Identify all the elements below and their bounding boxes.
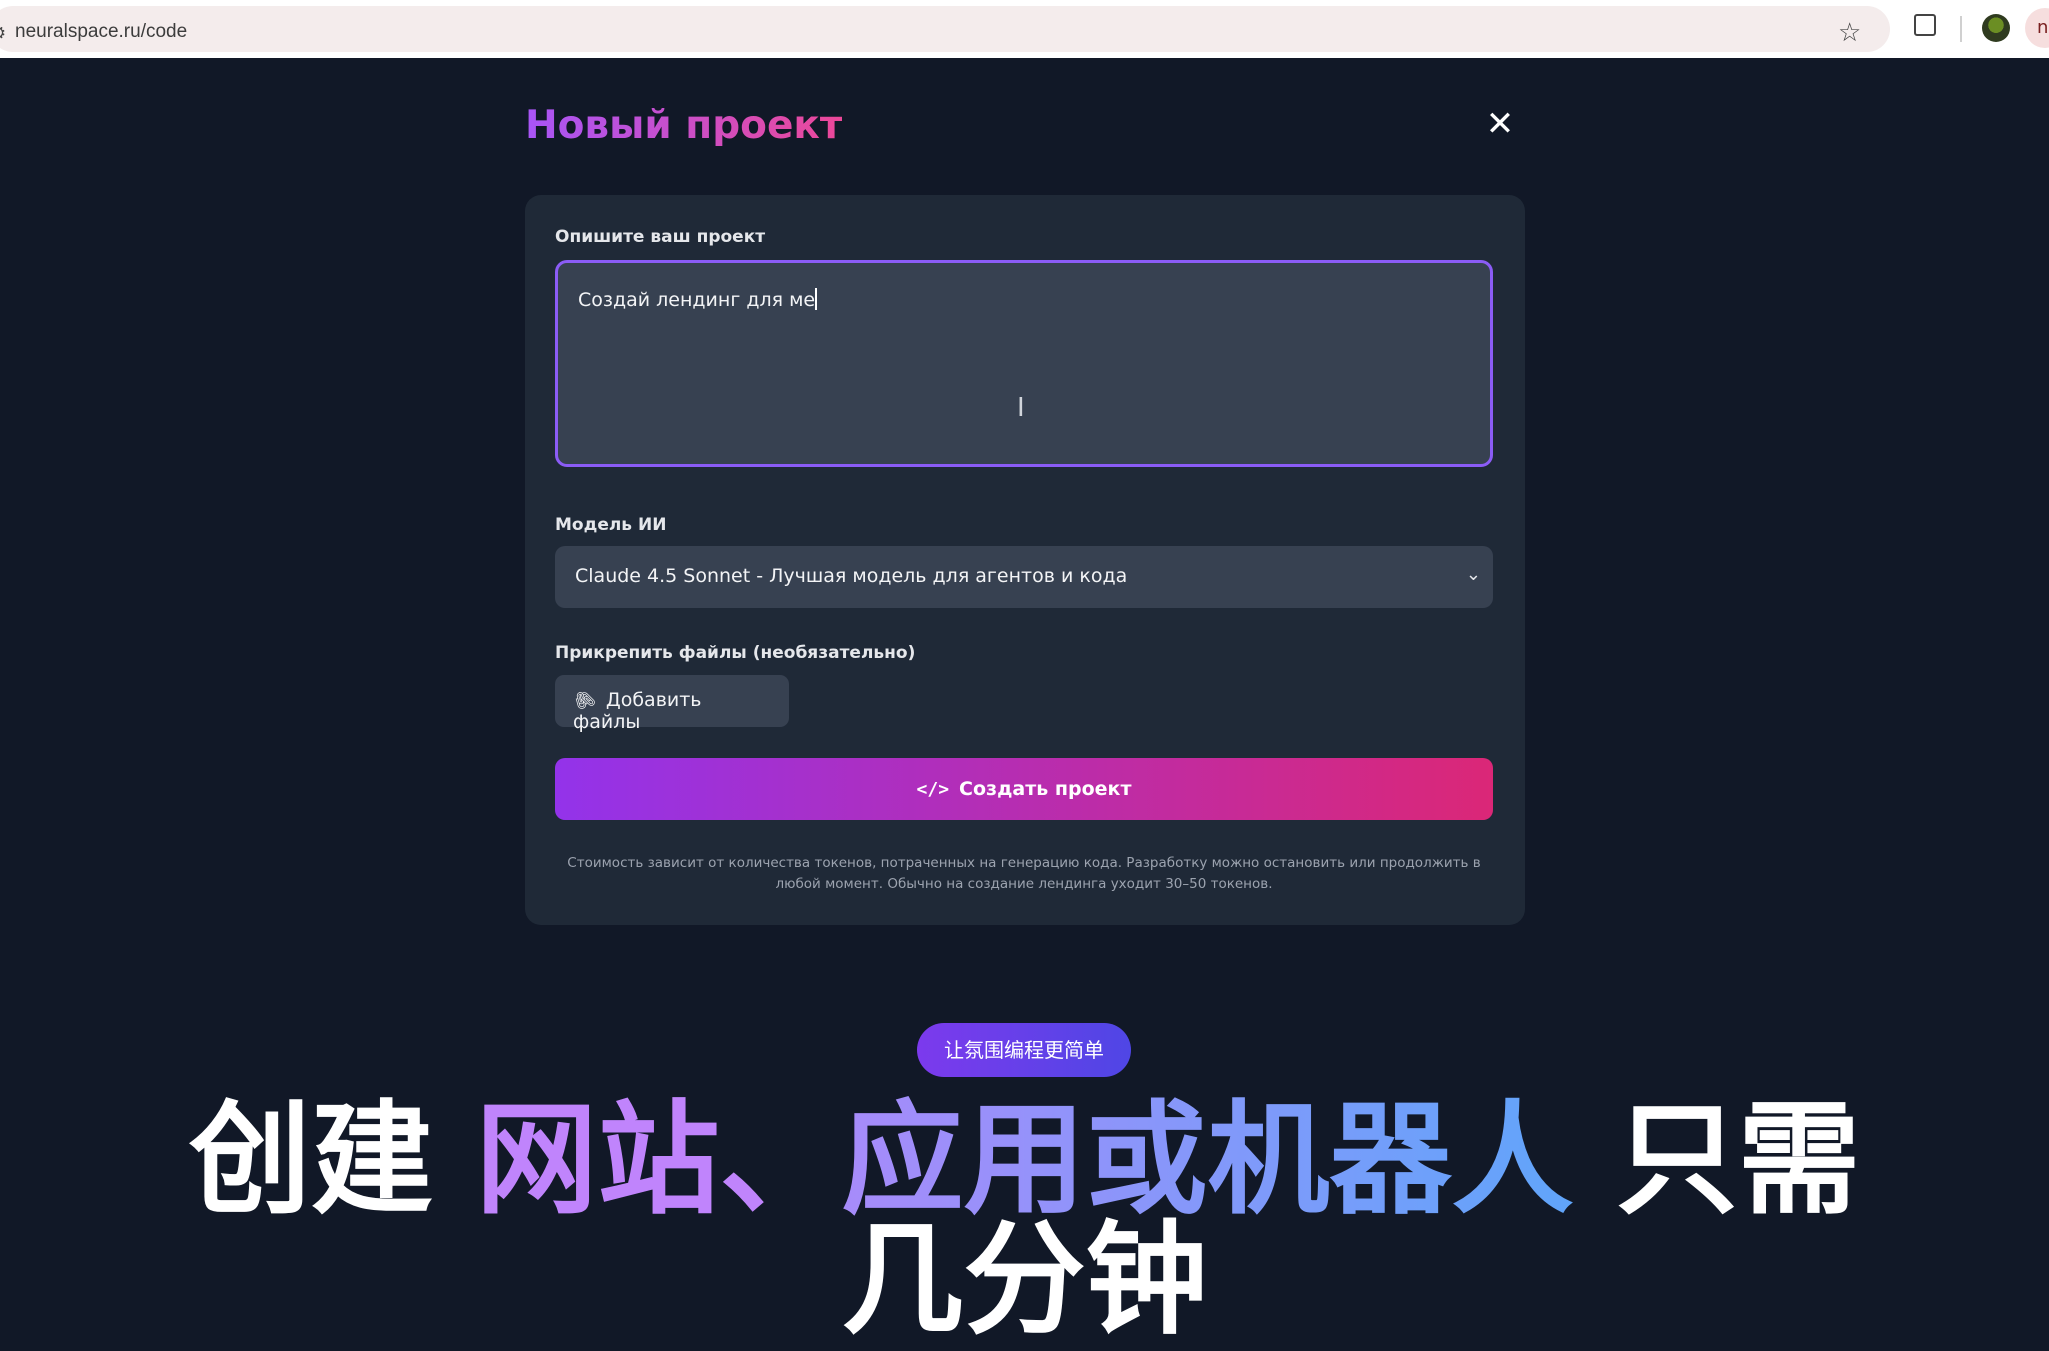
star-icon[interactable]: ☆	[1838, 18, 1861, 48]
attach-label: Прикрепить файлы (необязательно)	[555, 643, 916, 663]
profile-initial: n	[2037, 17, 2049, 38]
promo-badge: 让氛围编程更简单	[917, 1023, 1131, 1077]
add-files-button[interactable]: 🖇 Добавить файлы	[555, 675, 789, 733]
promo-headline-line2: 几分钟	[841, 1209, 1208, 1351]
toolbar-divider	[1960, 16, 1962, 42]
model-selected-value: Claude 4.5 Sonnet - Лучшая модель для аг…	[575, 565, 1128, 587]
chevron-down-icon[interactable]: ⌄	[1466, 564, 1481, 585]
close-icon[interactable]: ✕	[1484, 107, 1516, 141]
headline-part2: 网站、	[475, 1089, 842, 1231]
headline-part1: 创建	[189, 1089, 476, 1231]
profile-chip[interactable]: n	[2025, 8, 2049, 48]
create-project-button[interactable]: </> Создать проект	[555, 758, 1493, 820]
page-title: Новый проект	[525, 103, 843, 148]
description-label: Опишите ваш проект	[555, 227, 766, 247]
browser-toolbar: ⚙ neuralspace.ru/code ☆ n	[0, 0, 2049, 58]
text-caret	[815, 288, 818, 310]
tune-icon[interactable]: ⚙	[0, 23, 6, 44]
headline-part4: 只需	[1573, 1089, 1860, 1231]
model-label: Модель ИИ	[555, 515, 667, 535]
project-description-value: Создай лендинг для ме	[578, 289, 816, 311]
project-description-input[interactable]: Создай лендинг для ме I	[555, 260, 1493, 467]
avatar[interactable]	[1982, 14, 2010, 42]
model-select[interactable]: Claude 4.5 Sonnet - Лучшая модель для аг…	[555, 546, 1493, 608]
create-project-label: Создать проект	[959, 778, 1132, 800]
address-bar[interactable]: ⚙ neuralspace.ru/code ☆	[0, 6, 1890, 52]
promo-headline: 创建 网站、应用或机器人 只需	[0, 1095, 2049, 1225]
code-icon: </>	[916, 779, 950, 800]
ibeam-cursor-icon: I	[1017, 393, 1025, 423]
puzzle-icon[interactable]	[1914, 14, 1936, 36]
new-project-form: Опишите ваш проект Создай лендинг для ме…	[525, 195, 1525, 925]
cost-note: Стоимость зависит от количества токенов,…	[567, 855, 1481, 892]
url-text[interactable]: neuralspace.ru/code	[15, 21, 187, 43]
